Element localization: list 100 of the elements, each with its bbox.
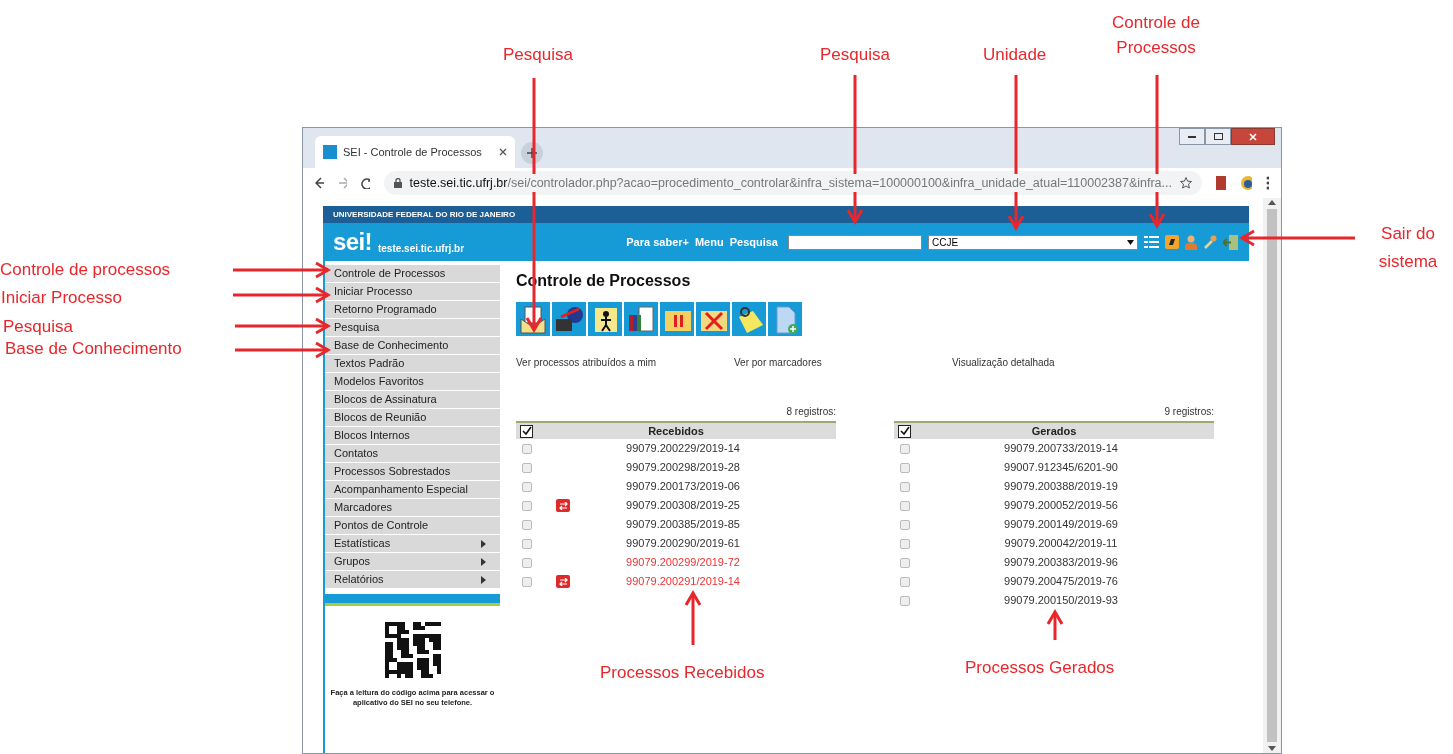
process-number-link[interactable]: 99079.200383/2019-96 (1004, 554, 1118, 571)
process-number-link[interactable]: 99079.200388/2019-19 (1004, 478, 1118, 495)
row-checkbox[interactable] (900, 595, 910, 606)
annotation-label: Iniciar Processo (1, 287, 122, 309)
row-checkbox[interactable] (522, 443, 532, 454)
row-checkbox[interactable] (900, 462, 910, 473)
annotation-label: Unidade (983, 44, 1047, 66)
row-checkbox[interactable] (522, 538, 532, 549)
row-checkbox[interactable] (522, 557, 532, 568)
forward-icon[interactable] (337, 177, 347, 189)
process-number-link[interactable]: 99079.200299/2019-72 (626, 554, 740, 571)
process-number-link[interactable]: 99079.200149/2019-69 (1004, 516, 1118, 533)
row-checkbox[interactable] (900, 481, 910, 492)
sidebar-item[interactable]: Base de Conhecimento (325, 337, 500, 354)
maximize-button[interactable] (1205, 128, 1231, 145)
view-link[interactable]: Ver por marcadores (734, 355, 822, 370)
reload-icon[interactable] (360, 177, 370, 189)
sidebar-item[interactable]: Estatísticas (325, 535, 500, 552)
sidebar-item[interactable]: Controle de Processos (325, 265, 500, 282)
row-checkbox[interactable] (522, 576, 532, 587)
plus-icon (527, 148, 537, 158)
process-number-link[interactable]: 99079.200229/2019-14 (626, 440, 740, 457)
row-checkbox[interactable] (900, 576, 910, 587)
process-number-link[interactable]: 99079.200150/2019-93 (1004, 592, 1118, 609)
sidebar-item[interactable]: Grupos (325, 553, 500, 570)
toolbar-button[interactable] (624, 302, 658, 336)
process-number-link[interactable]: 99079.200290/2019-61 (626, 535, 740, 552)
annotation-label: Base de Conhecimento (5, 338, 182, 360)
exit-door-icon[interactable] (1223, 234, 1239, 250)
close-icon[interactable] (499, 148, 507, 156)
sidebar-item[interactable]: Contatos (325, 445, 500, 462)
lock-icon (393, 178, 402, 188)
scrollbar-thumb[interactable] (1267, 209, 1277, 742)
row-checkbox[interactable] (522, 519, 532, 530)
sidebar-item[interactable]: Pontos de Controle (325, 517, 500, 534)
select-all-checkbox[interactable] (898, 424, 911, 438)
row-checkbox[interactable] (522, 500, 532, 511)
star-icon[interactable] (1179, 177, 1192, 189)
row-checkbox[interactable] (522, 462, 532, 473)
pdf-extension-icon[interactable] (1215, 176, 1227, 190)
user-icon[interactable] (1185, 234, 1197, 250)
row-checkbox[interactable] (900, 557, 910, 568)
sidebar-item[interactable]: Blocos Internos (325, 427, 500, 444)
sidebar-item[interactable]: Relatórios (325, 571, 500, 588)
sidebar-item[interactable]: Processos Sobrestados (325, 463, 500, 480)
more-menu-icon[interactable] (1266, 176, 1269, 190)
process-number-link[interactable]: 99079.200042/2019-11 (1004, 535, 1118, 552)
select-all-checkbox[interactable] (520, 424, 533, 438)
row-checkbox[interactable] (900, 538, 910, 549)
record-count: 9 registros: (1164, 405, 1214, 419)
process-number-link[interactable]: 99007.912345/6201-90 (1004, 459, 1118, 476)
annotation-label: Controle de processos (0, 259, 171, 281)
process-number-link[interactable]: 99079.200308/2019-25 (626, 497, 740, 514)
back-icon[interactable] (315, 177, 324, 189)
address-bar[interactable]: teste.sei.tic.ufrj.br/sei/controlador.php?acao=procedimento_controlar&infra_sistema=100000100&infra_unidade_atual=110002387&infra... (383, 171, 1202, 195)
sidebar-item[interactable]: Modelos Favoritos (325, 373, 500, 390)
wrench-icon[interactable] (1203, 235, 1217, 249)
search-field[interactable] (788, 234, 922, 250)
process-number-link[interactable]: 99079.200173/2019-06 (626, 478, 740, 495)
scroll-up-icon[interactable] (1268, 200, 1276, 205)
search-label: Pesquisa (729, 234, 778, 250)
sun-extension-icon[interactable] (1240, 175, 1253, 191)
row-checkbox[interactable] (900, 500, 910, 511)
annotation-label: Processos Recebidos (600, 662, 765, 684)
process-number-link[interactable]: 99079.200291/2019-14 (626, 573, 740, 590)
toolbar-button[interactable] (732, 302, 766, 336)
qr-code-icon (384, 622, 441, 678)
row-checkbox[interactable] (522, 481, 532, 492)
browser-tab[interactable]: SEI - Controle de Processos (315, 136, 515, 168)
record-count: 8 registros: (786, 405, 836, 419)
sidebar-item[interactable]: Pesquisa (325, 319, 500, 336)
sidebar-item[interactable]: Blocos de Assinatura (325, 391, 500, 408)
view-link[interactable]: Ver processos atribuídos a mim (516, 355, 657, 370)
annotation-label: Sair do sistema (1377, 223, 1439, 273)
sidebar-item[interactable]: Blocos de Reunião (325, 409, 500, 426)
unit-dropdown[interactable]: CCJE (928, 234, 1138, 250)
process-number-link[interactable]: 99079.200052/2019-56 (1004, 497, 1118, 514)
process-number-link[interactable]: 99079.200385/2019-85 (626, 516, 740, 533)
sei-logo: sei! (333, 230, 372, 254)
toolbar-button[interactable] (588, 302, 622, 336)
view-link[interactable]: Visualização detalhada (952, 355, 1055, 370)
row-checkbox[interactable] (900, 519, 910, 530)
annotation-label: Pesquisa (3, 316, 73, 338)
notes-icon[interactable] (1165, 235, 1179, 249)
sidebar-item[interactable]: Acompanhamento Especial (325, 481, 500, 498)
scroll-down-icon[interactable] (1268, 746, 1276, 751)
sidebar-item[interactable]: Retorno Programado (325, 301, 500, 318)
minimize-button[interactable] (1179, 128, 1205, 145)
close-button[interactable] (1231, 128, 1275, 145)
annotation-label: Controle de Processos (1111, 12, 1201, 59)
process-number-link[interactable]: 99079.200298/2019-28 (626, 459, 740, 476)
annotation-arrow (1046, 609, 1064, 640)
row-checkbox[interactable] (900, 443, 910, 454)
process-number-link[interactable]: 99079.200475/2019-76 (1004, 573, 1118, 590)
sidebar-item[interactable]: Marcadores (325, 499, 500, 516)
sidebar-item[interactable]: Iniciar Processo (325, 283, 500, 300)
scrollbar[interactable] (1263, 198, 1281, 753)
process-number-link[interactable]: 99079.200733/2019-14 (1004, 440, 1118, 457)
list-icon[interactable] (1144, 236, 1159, 248)
sidebar-item[interactable]: Textos Padrão (325, 355, 500, 372)
